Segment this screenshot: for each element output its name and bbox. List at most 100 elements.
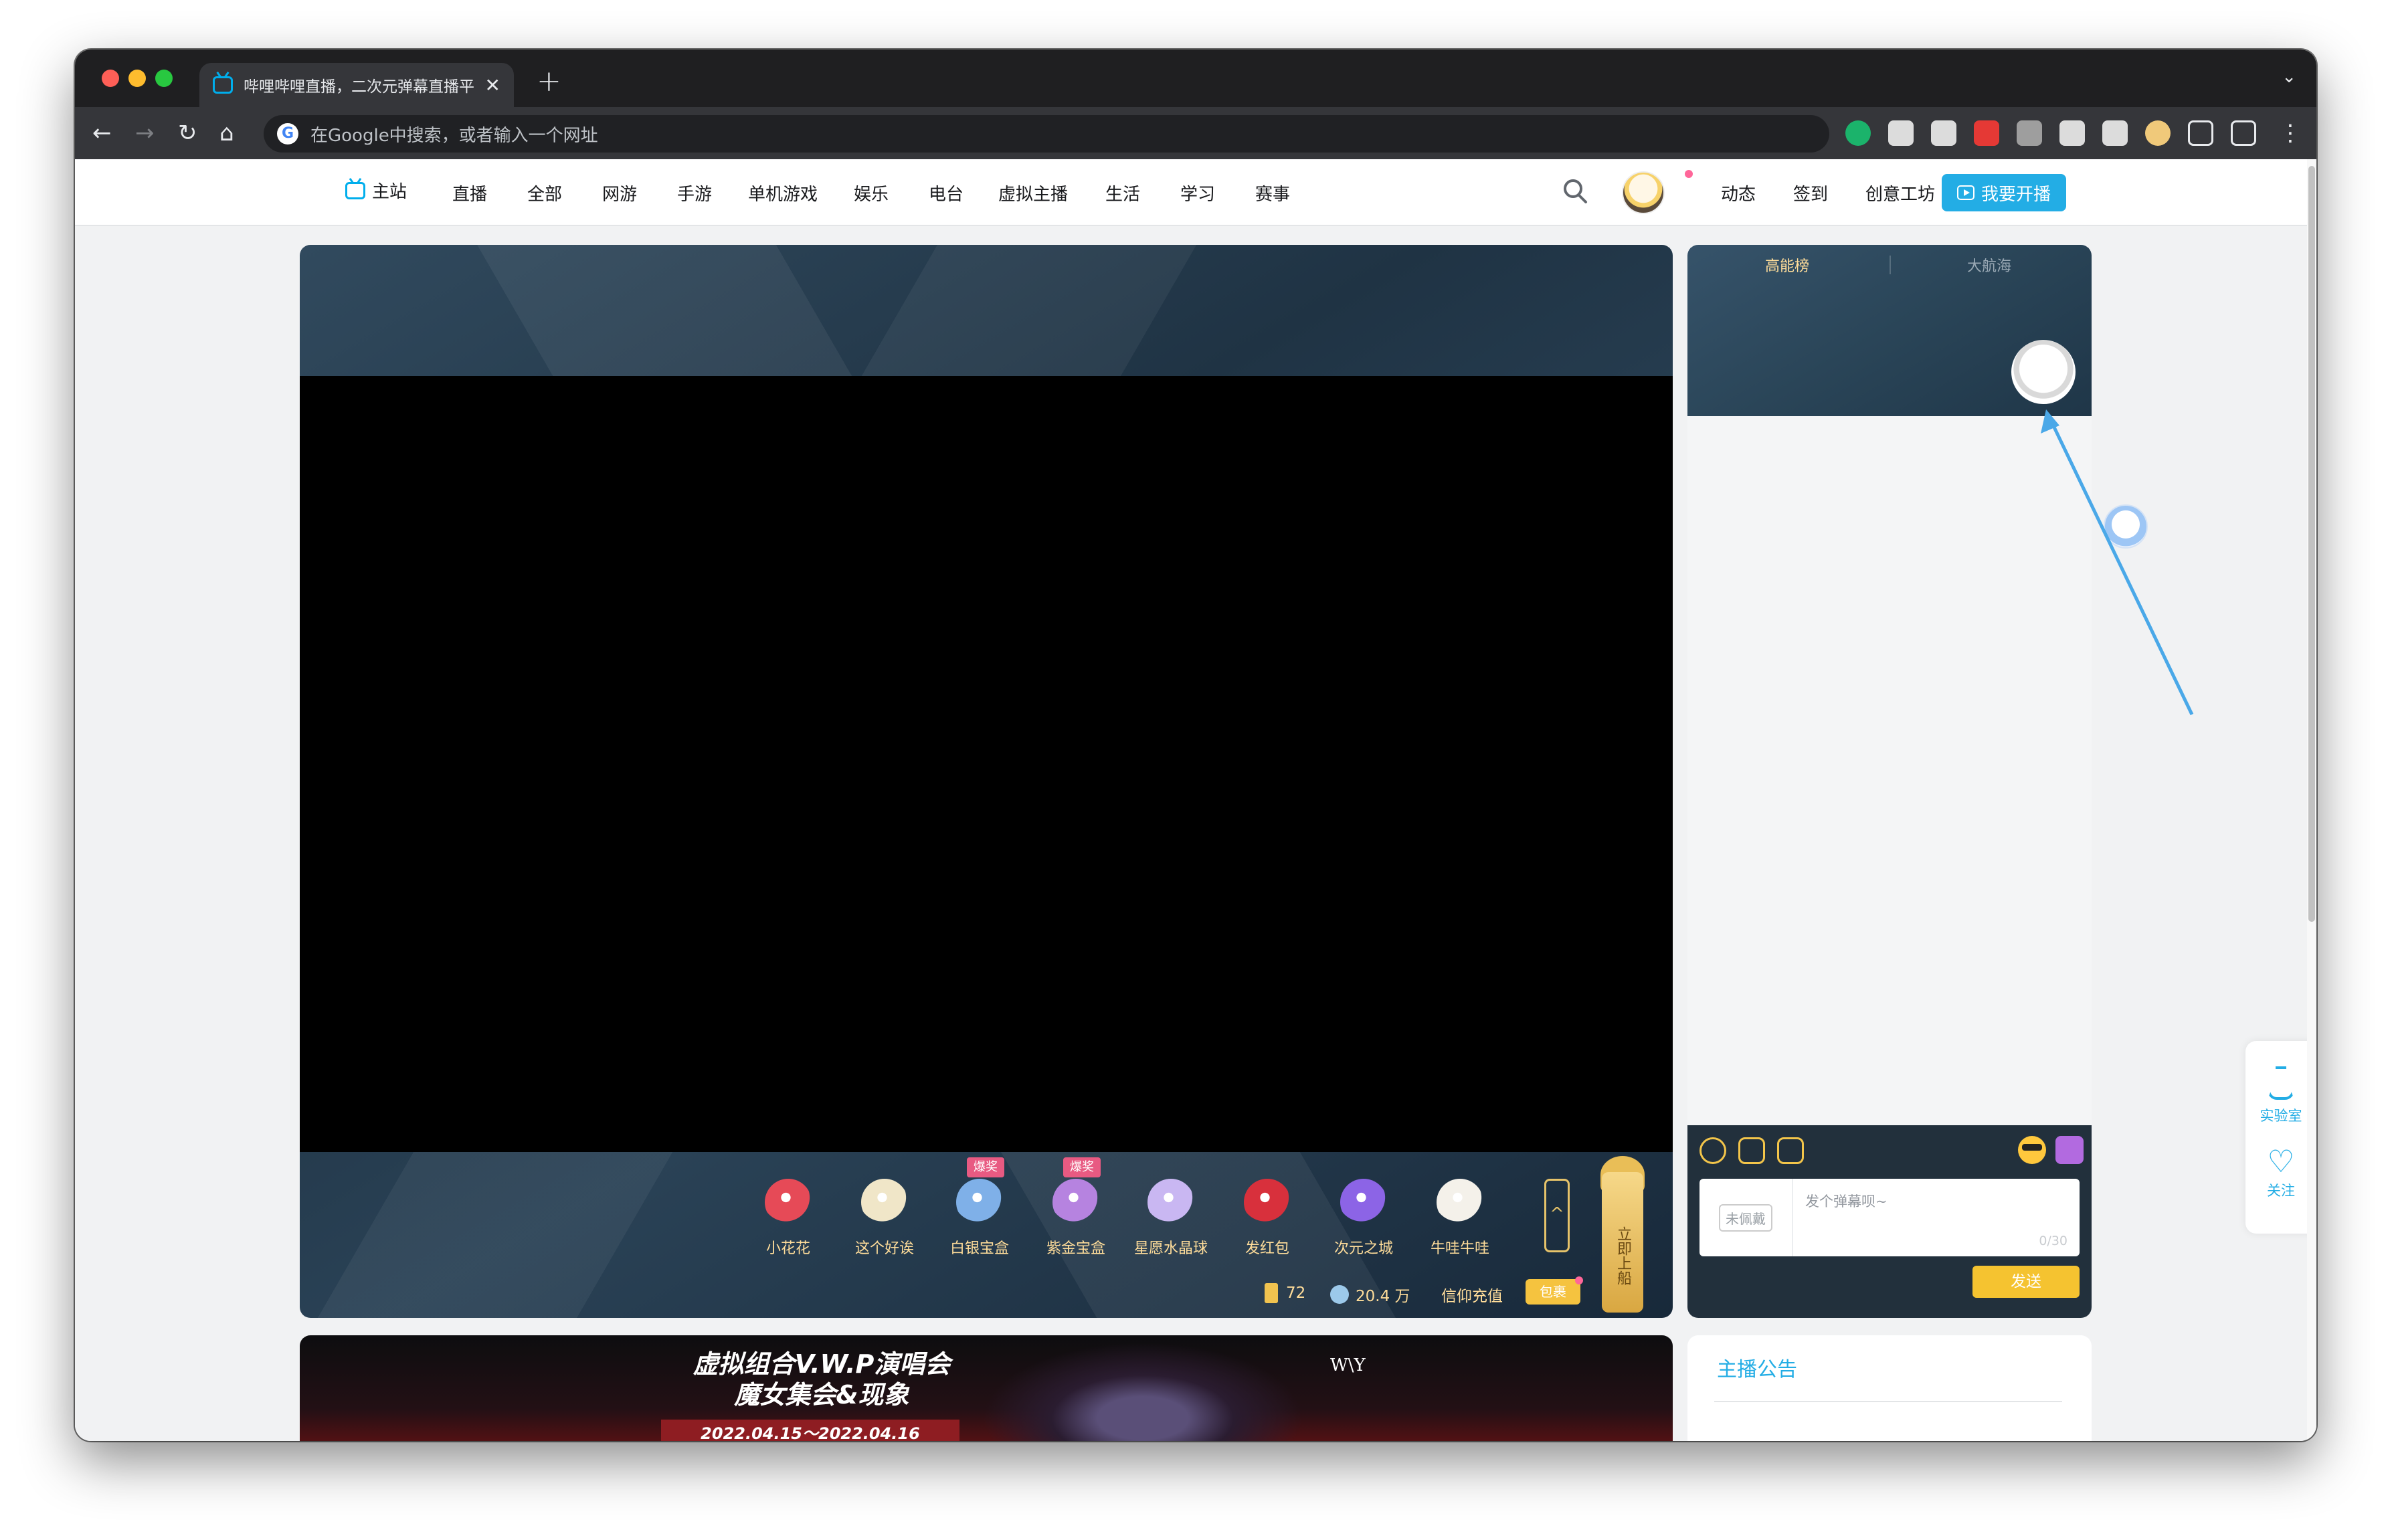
new-tab-button[interactable]: + (537, 64, 561, 98)
address-bar[interactable]: G 在Google中搜索，或者输入一个网址 (264, 115, 1829, 153)
browser-menu-icon[interactable]: ⋮ (2279, 116, 2302, 150)
gift-item[interactable]: 牛哇牛哇 (1423, 1179, 1497, 1258)
gift-label: 星愿水晶球 (1134, 1240, 1208, 1257)
reload-icon[interactable]: ↻ (178, 116, 197, 150)
maximize-window-button[interactable] (155, 70, 173, 87)
gift-label: 紫金宝盒 (1046, 1240, 1105, 1257)
minimize-window-button[interactable] (128, 70, 146, 87)
divider (1890, 256, 1891, 274)
nav-item-virtual-streamers[interactable]: 虚拟主播 (998, 181, 1068, 205)
badge-icon[interactable] (1738, 1137, 1765, 1164)
gift-item[interactable]: 爆奖 白银宝盒 (943, 1157, 1016, 1258)
video-player[interactable] (300, 376, 1673, 1152)
heart-icon: ♡ (2267, 1143, 2295, 1179)
gift-icon (1340, 1179, 1387, 1226)
active-tab[interactable]: 哔哩哔哩直播，二次元弹幕直播平台 ✕ (199, 63, 514, 107)
nav-item-mobile-games[interactable]: 手游 (677, 181, 712, 205)
rank-header: 高能榜 大航海 (1687, 245, 2092, 416)
medal-label: 未佩戴 (1719, 1204, 1772, 1232)
tab-high-energy[interactable]: 高能榜 (1765, 254, 1809, 276)
silver-value: 20.4 万 (1356, 1288, 1410, 1305)
banner-date: 2022.04.15～2022.04.16 (661, 1420, 959, 1441)
gift-badge: 爆奖 (1063, 1157, 1101, 1177)
scroll-thumb[interactable] (2308, 166, 2315, 922)
extension-icon[interactable] (1974, 120, 1999, 146)
gift-label: 发红包 (1245, 1240, 1289, 1257)
package-button[interactable]: 包裹 (1526, 1279, 1580, 1305)
follow-label: 关注 (2267, 1183, 2295, 1199)
nav-creative-workshop[interactable]: 创意工坊 (1865, 181, 1935, 205)
nav-item-study[interactable]: 学习 (1180, 181, 1215, 205)
lab-button[interactable]: 实验室 (2245, 1066, 2316, 1125)
tab-voyage[interactable]: 大航海 (1967, 254, 2011, 276)
nav-sign-in[interactable]: 签到 (1793, 181, 1828, 205)
nav-item-live[interactable]: 直播 (452, 181, 487, 205)
tab-close-icon[interactable]: ✕ (485, 74, 500, 96)
gift-item[interactable]: 次元之城 (1327, 1179, 1400, 1258)
side-panel-icon[interactable] (2231, 120, 2256, 146)
browser-toolbar: ← → ↻ ⌂ G 在Google中搜索，或者输入一个网址 ⋮ (75, 107, 2316, 159)
extension-icon[interactable] (2145, 120, 2171, 146)
gift-item[interactable]: 小花花 (751, 1179, 825, 1258)
gift-item[interactable]: 星愿水晶球 (1134, 1179, 1208, 1258)
floating-avatar[interactable] (2104, 504, 2148, 549)
gift-item[interactable]: 这个好诶 (848, 1179, 921, 1258)
page-scrollbar[interactable] (2307, 159, 2316, 1441)
user-avatar[interactable] (1622, 171, 1665, 214)
page-content: 主站 直播 全部 网游 手游 单机游戏 娱乐 电台 虚拟主播 生活 学习 赛事 … (75, 159, 2316, 1441)
nav-dynamics[interactable]: 动态 (1721, 181, 1756, 205)
nav-item-all[interactable]: 全部 (527, 181, 562, 205)
banner-artwork (982, 1342, 1303, 1441)
danmu-icon[interactable] (2055, 1136, 2084, 1164)
reading-list-icon[interactable] (2188, 120, 2213, 146)
emoji-icon[interactable] (2018, 1136, 2046, 1164)
play-icon (1956, 185, 1974, 200)
nav-item-life[interactable]: 生活 (1105, 181, 1140, 205)
go-live-button[interactable]: 我要开播 (1942, 174, 2066, 211)
ticket-icon[interactable] (1777, 1137, 1804, 1164)
nav-item-standalone-games[interactable]: 单机游戏 (748, 181, 818, 205)
search-icon[interactable] (1562, 177, 1588, 206)
event-banner[interactable]: 虚拟组合V.W.P演唱会 魔女集会&现象 2022.04.15～2022.04.… (300, 1335, 1673, 1441)
banner-line-1: 虚拟组合V.W.P演唱会 (693, 1349, 951, 1379)
gift-icon (765, 1179, 812, 1226)
bilibili-tv-icon (213, 76, 233, 94)
extension-icon[interactable] (2102, 120, 2128, 146)
gift-icon (1147, 1179, 1194, 1226)
nav-item-entertainment[interactable]: 娱乐 (854, 181, 889, 205)
battery-value: 72 (1286, 1284, 1306, 1302)
extension-icon[interactable] (1845, 120, 1871, 146)
gift-label: 次元之城 (1334, 1240, 1393, 1257)
notification-dot (1685, 170, 1693, 178)
extension-icon[interactable] (1888, 120, 1914, 146)
gift-label: 白银宝盒 (949, 1240, 1009, 1257)
gift-item[interactable]: 发红包 (1230, 1179, 1304, 1258)
palette-icon[interactable] (1699, 1137, 1726, 1164)
close-window-button[interactable] (102, 70, 119, 87)
forward-icon[interactable]: → (135, 116, 155, 150)
recharge-link[interactable]: 信仰充值 (1441, 1283, 1503, 1306)
chat-messages[interactable] (1687, 416, 2092, 1125)
nav-item-online-games[interactable]: 网游 (602, 181, 637, 205)
banner-line-2: 魔女集会&现象 (734, 1380, 909, 1410)
send-button[interactable]: 发送 (1972, 1266, 2080, 1298)
extension-icon[interactable] (2017, 120, 2042, 146)
nav-item-events[interactable]: 赛事 (1255, 181, 1290, 205)
package-dot (1575, 1276, 1583, 1284)
extension-icon[interactable] (1931, 120, 1956, 146)
back-icon[interactable]: ← (92, 116, 112, 150)
danmu-input[interactable]: 未佩戴 发个弹幕呗~ 0/30 (1699, 1179, 2080, 1256)
divider (1714, 1401, 2062, 1402)
gift-item[interactable]: 爆奖紫金宝盒 (1039, 1157, 1113, 1258)
extension-icon[interactable] (2059, 120, 2085, 146)
expand-gifts-button[interactable]: ^ (1544, 1179, 1570, 1252)
tab-search-chevron-icon[interactable]: ⌄ (2282, 67, 2296, 87)
nav-home-link[interactable]: 主站 (345, 178, 407, 203)
gift-icon (1437, 1179, 1483, 1226)
medal-slot[interactable]: 未佩戴 (1699, 1179, 1793, 1256)
home-icon[interactable]: ⌂ (219, 116, 234, 150)
announcement-title: 主播公告 (1717, 1358, 1797, 1381)
follow-button[interactable]: ♡ 关注 (2245, 1143, 2316, 1200)
board-ship-button[interactable]: 立即上船 (1602, 1172, 1643, 1313)
nav-item-radio[interactable]: 电台 (929, 181, 963, 205)
